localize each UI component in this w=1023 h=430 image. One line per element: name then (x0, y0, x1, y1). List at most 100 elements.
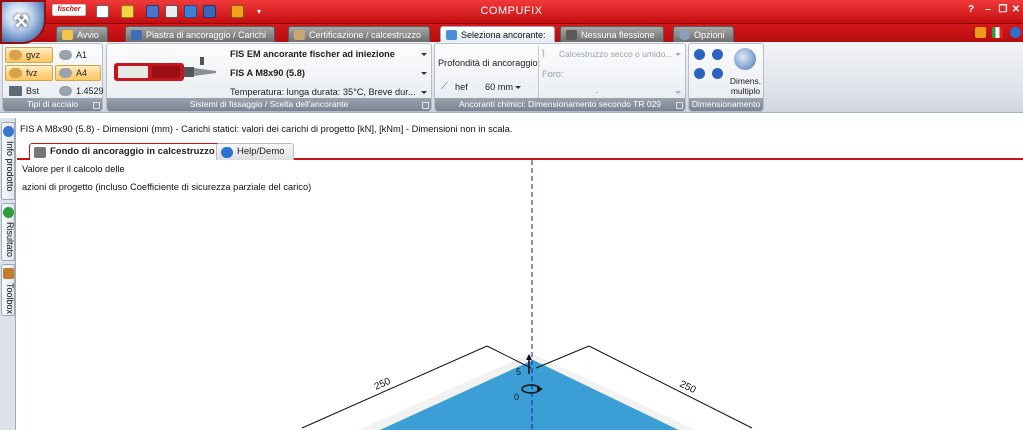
dialog-launcher-icon[interactable] (93, 102, 100, 109)
info-icon (3, 126, 14, 137)
group-label: Sistemi di fissaggio / Scelta dell'ancor… (107, 98, 431, 111)
group-label: Dimensionamento (689, 98, 763, 111)
vtab-info-prodotto[interactable]: Info prodotto (1, 122, 15, 200)
plate-icon (131, 30, 142, 40)
button-label: Dimens. multiplo (729, 76, 762, 96)
content-tab-bar: Fondo di ancoraggio in calcestruzzo Help… (17, 141, 1023, 162)
tab-opzioni[interactable]: Opzioni (673, 26, 734, 42)
tab-label: Info prodotto (5, 141, 15, 192)
dimension-left-label: 250 (373, 376, 393, 393)
tab-seleziona-ancorante[interactable]: Seleziona ancorante: (440, 26, 555, 42)
steel-gvz-button[interactable]: gvz (5, 47, 53, 63)
drawing-canvas[interactable]: Valore per il calcolo delle azioni di pr… (17, 160, 1023, 430)
side-panel-tabs: Info prodotto Risultato Toolbox (0, 118, 16, 430)
steel-bst-button[interactable]: Bst (5, 83, 53, 99)
certificate-icon (294, 30, 305, 40)
tab-label: Piastra di ancoraggio / Carichi (146, 30, 267, 40)
ruler-icon: ⟋ (441, 81, 448, 92)
help-icon[interactable] (1010, 27, 1021, 38)
hef-dropdown-icon[interactable] (515, 86, 521, 89)
steel-14529-button[interactable]: 1.4529 (55, 83, 104, 99)
tab-bar-icons (971, 27, 1021, 41)
nav-down-right-icon[interactable] (712, 68, 723, 79)
group-tipi-acciaio: gvz A1 fvz A4 Bst 1.4529 Tipi di acciaio (2, 43, 104, 112)
nav-up-left-icon[interactable] (694, 49, 705, 60)
ribbon-tab-bar: Avvio Piastra di ancoraggio / Carichi Ce… (0, 24, 1023, 42)
dialog-launcher-icon[interactable] (676, 102, 683, 109)
dialog-launcher-icon[interactable] (422, 102, 429, 109)
close-button[interactable]: ✕ (1008, 3, 1023, 17)
dimens-multiplo-button[interactable]: Dimens. multiplo (728, 46, 763, 98)
screw-icon (59, 86, 72, 96)
toolbox-icon (3, 268, 14, 279)
temperature-select[interactable]: Temperatura: lunga durata: 35°C, Breve d… (230, 85, 415, 99)
gear-icon (679, 30, 690, 40)
tab-piastra-carichi[interactable]: Piastra di ancoraggio / Carichi (125, 26, 276, 42)
trowel-icon (34, 147, 46, 158)
nav-up-right-icon[interactable] (712, 49, 723, 60)
concrete-icon: ⌇ (541, 49, 546, 60)
tab-label: Toolbox (5, 283, 15, 315)
wrench-icon: ⚒ (13, 11, 30, 31)
group-dimensionamento: Dimens. multiplo Dimensionamento (688, 43, 764, 112)
tab-certificazione[interactable]: Certificazione / calcestruzzo (288, 26, 431, 42)
tab-avvio[interactable]: Avvio (56, 26, 108, 42)
tab-label: Certificazione / calcestruzzo (309, 30, 422, 40)
help-window-button[interactable]: ? (963, 3, 979, 17)
bar-icon (9, 86, 22, 96)
concrete-base-drawing: 250 250 5 0 (301, 160, 753, 430)
tab-nessuna-flessione[interactable]: Nessuna flessione (560, 26, 664, 42)
ribbon: gvz A1 fvz A4 Bst 1.4529 Tipi di acciaio (0, 42, 1023, 113)
button-label: A1 (76, 50, 88, 60)
result-icon (3, 207, 14, 218)
tab-label: Avvio (77, 30, 99, 40)
separator (538, 46, 539, 98)
concrete-condition-select[interactable]: Calcestruzzo secco o umido... (559, 47, 672, 61)
tab-label: Seleziona ancorante: (461, 30, 546, 40)
group-sistemi-fissaggio: FIS EM ancorante fischer ad iniezione FI… (106, 43, 432, 112)
steel-a1-button[interactable]: A1 (55, 47, 101, 63)
tab-label: Nessuna flessione (581, 30, 655, 40)
button-label: gvz (26, 50, 41, 60)
multi-dimension-icon (734, 48, 756, 70)
title-bar: fischer ▾ COMPUFIX ? – ❐ ✕ (0, 0, 1023, 24)
concrete-dropdown-icon[interactable] (675, 53, 681, 56)
rss-icon[interactable] (974, 27, 986, 38)
steel-a4-button[interactable]: A4 (55, 65, 101, 81)
tab-label: Fondo di ancoraggio in calcestruzzo (50, 146, 215, 157)
coin-icon (9, 50, 22, 60)
group-label: Tipi di acciaio (3, 98, 102, 111)
bending-icon (566, 30, 577, 40)
steel-fvz-button[interactable]: fvz (5, 65, 53, 81)
anchor-dropdown-icon[interactable] (421, 72, 427, 75)
temperature-dropdown-icon[interactable] (421, 91, 427, 94)
nav-down-left-icon[interactable] (694, 68, 705, 79)
load-n-label: 5 (516, 367, 521, 377)
hole-value-select[interactable]: - (595, 85, 598, 99)
tab-label: Risultato (5, 222, 15, 258)
group-ancoranti-chimici: Profondità di ancoraggio: ⟋ hef 60 mm ⌇ … (434, 43, 686, 112)
vtab-toolbox[interactable]: Toolbox (1, 264, 15, 316)
group-label: Ancoranti chimici: Dimensionamento secon… (435, 98, 685, 111)
system-select[interactable]: FIS EM ancorante fischer ad iniezione (230, 47, 395, 61)
hole-dropdown-icon[interactable] (675, 91, 681, 94)
tab-label: Help/Demo (237, 146, 285, 157)
load-m-label: 0 (514, 392, 519, 402)
system-dropdown-icon[interactable] (421, 53, 427, 56)
button-label: Bst (26, 86, 40, 96)
tab-help-demo[interactable]: Help/Demo (216, 143, 294, 160)
vtab-risultato[interactable]: Risultato (1, 203, 15, 261)
button-label: 1.4529 (76, 86, 104, 96)
app-title: COMPUFIX (480, 5, 543, 17)
italian-flag-icon[interactable] (992, 27, 1004, 38)
depth-title: Profondità di ancoraggio: (438, 58, 541, 68)
anchor-cartridge-image (114, 57, 216, 81)
hef-value-select[interactable]: 60 mm (485, 80, 513, 94)
help-icon (221, 147, 233, 158)
screw-icon (59, 68, 72, 78)
dimension-tick-right (535, 345, 590, 369)
hole-label: Foro: (542, 69, 564, 79)
anchor-select[interactable]: FIS A M8x90 (5.8) (230, 66, 305, 80)
minimize-button[interactable]: – (980, 3, 996, 17)
dimension-right-label: 250 (678, 379, 698, 396)
